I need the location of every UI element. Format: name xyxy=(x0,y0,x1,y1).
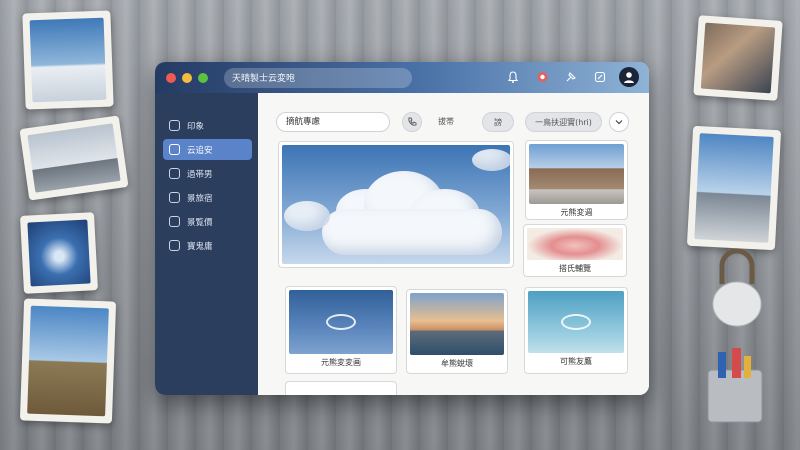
pencil-cup-icon xyxy=(707,348,763,423)
gallery-card-flower[interactable]: 搭氏輔覽 xyxy=(523,224,627,277)
sidebar-item-library[interactable]: 寶鬼庸 xyxy=(163,235,252,256)
sidebar-item-label: 景旅宿 xyxy=(187,193,213,204)
sidebar-item-label: 景覧價 xyxy=(187,217,213,228)
card-caption: 搭氏輔覽 xyxy=(559,264,591,273)
teal-sky-image xyxy=(528,291,624,353)
gallery-main: 摘航專慮 拔帯 謗 一鳥扶迎實(hri) 元熊変週 搭氏輔覽 元熊変変画 牟熊蛻… xyxy=(258,93,649,395)
sunset-image xyxy=(410,293,504,355)
edit-icon[interactable] xyxy=(590,67,610,87)
street-image xyxy=(529,144,624,204)
flower-image xyxy=(527,228,623,260)
search-input[interactable]: 摘航專慮 xyxy=(276,112,390,132)
title-bar: 天晴製士云変咆 xyxy=(155,62,649,93)
gallery-card-street[interactable]: 元熊変週 xyxy=(525,140,628,220)
polaroid-sky xyxy=(22,10,114,110)
user-icon xyxy=(169,192,180,203)
sidebar-item-travel[interactable]: 景旅宿 xyxy=(163,187,252,208)
polaroid-globe xyxy=(20,212,98,294)
filter-label[interactable]: 拔帯 xyxy=(438,116,454,127)
doc-icon xyxy=(169,216,180,227)
sidebar-item-favorites[interactable]: 過帯男 xyxy=(163,163,252,184)
header-actions xyxy=(503,67,639,87)
sort-select[interactable]: 一鳥扶迎實(hri) xyxy=(525,112,602,132)
home-icon xyxy=(169,120,180,131)
sidebar-item-cloud[interactable]: 云追安 xyxy=(163,139,252,160)
bell-icon[interactable] xyxy=(503,67,523,87)
maximize-window-button[interactable] xyxy=(198,72,208,83)
heart-icon xyxy=(169,168,180,179)
sidebar: 印象 云追安 過帯男 景旅宿 景覧價 寶鬼庸 xyxy=(155,93,258,395)
close-window-button[interactable] xyxy=(166,72,176,83)
toolbar: 摘航專慮 拔帯 謗 一鳥扶迎實(hri) xyxy=(276,112,638,132)
polaroid-street xyxy=(686,125,782,251)
card-caption: 元熊変週 xyxy=(560,208,593,217)
app-window: 天晴製士云変咆 印象 云追安 過帯男 景旅宿 景覧價 寶鬼庸 摘航專慮 拔帯 謗… xyxy=(155,62,649,395)
phone-icon xyxy=(408,117,417,126)
card-caption: 可熊友鷹 xyxy=(560,357,592,366)
card-caption: 元熊変変画 xyxy=(321,358,361,367)
blue-cloud-image xyxy=(289,290,393,354)
chart-icon xyxy=(169,144,180,155)
polaroid-portrait xyxy=(19,298,117,424)
gallery-card-teal-sky[interactable]: 可熊友鷹 xyxy=(524,287,628,374)
card-caption: 牟熊蛻壞 xyxy=(441,359,473,368)
gallery-card-partial[interactable] xyxy=(285,381,397,395)
minimize-window-button[interactable] xyxy=(182,72,192,83)
window-title: 天晴製士云変咆 xyxy=(224,67,412,88)
hero-card[interactable] xyxy=(278,141,514,268)
sidebar-item-label: 過帯男 xyxy=(187,169,213,180)
sidebar-item-label: 云追安 xyxy=(187,145,213,156)
phone-button[interactable] xyxy=(402,112,422,132)
chevron-down-icon xyxy=(615,120,623,125)
gallery-card-blue-cloud[interactable]: 元熊変変画 xyxy=(285,286,397,374)
expand-button[interactable] xyxy=(609,112,629,132)
user-avatar-icon[interactable] xyxy=(619,67,639,87)
sidebar-item-browse[interactable]: 景覧價 xyxy=(163,211,252,232)
gallery-card-sunset[interactable]: 牟熊蛻壞 xyxy=(406,289,508,374)
sidebar-item-label: 印象 xyxy=(187,121,205,132)
polaroid-man xyxy=(693,15,783,101)
chip-button[interactable]: 謗 xyxy=(482,112,514,132)
sidebar-item-home[interactable]: 印象 xyxy=(163,115,252,136)
grid-icon xyxy=(169,240,180,251)
window-controls xyxy=(166,72,208,83)
polaroid-mountain xyxy=(19,115,129,201)
chat-icon[interactable] xyxy=(532,67,552,87)
sidebar-item-label: 寶鬼庸 xyxy=(187,241,213,252)
pin-icon[interactable] xyxy=(561,67,581,87)
padlock-icon xyxy=(712,248,762,327)
hero-image xyxy=(282,145,510,264)
